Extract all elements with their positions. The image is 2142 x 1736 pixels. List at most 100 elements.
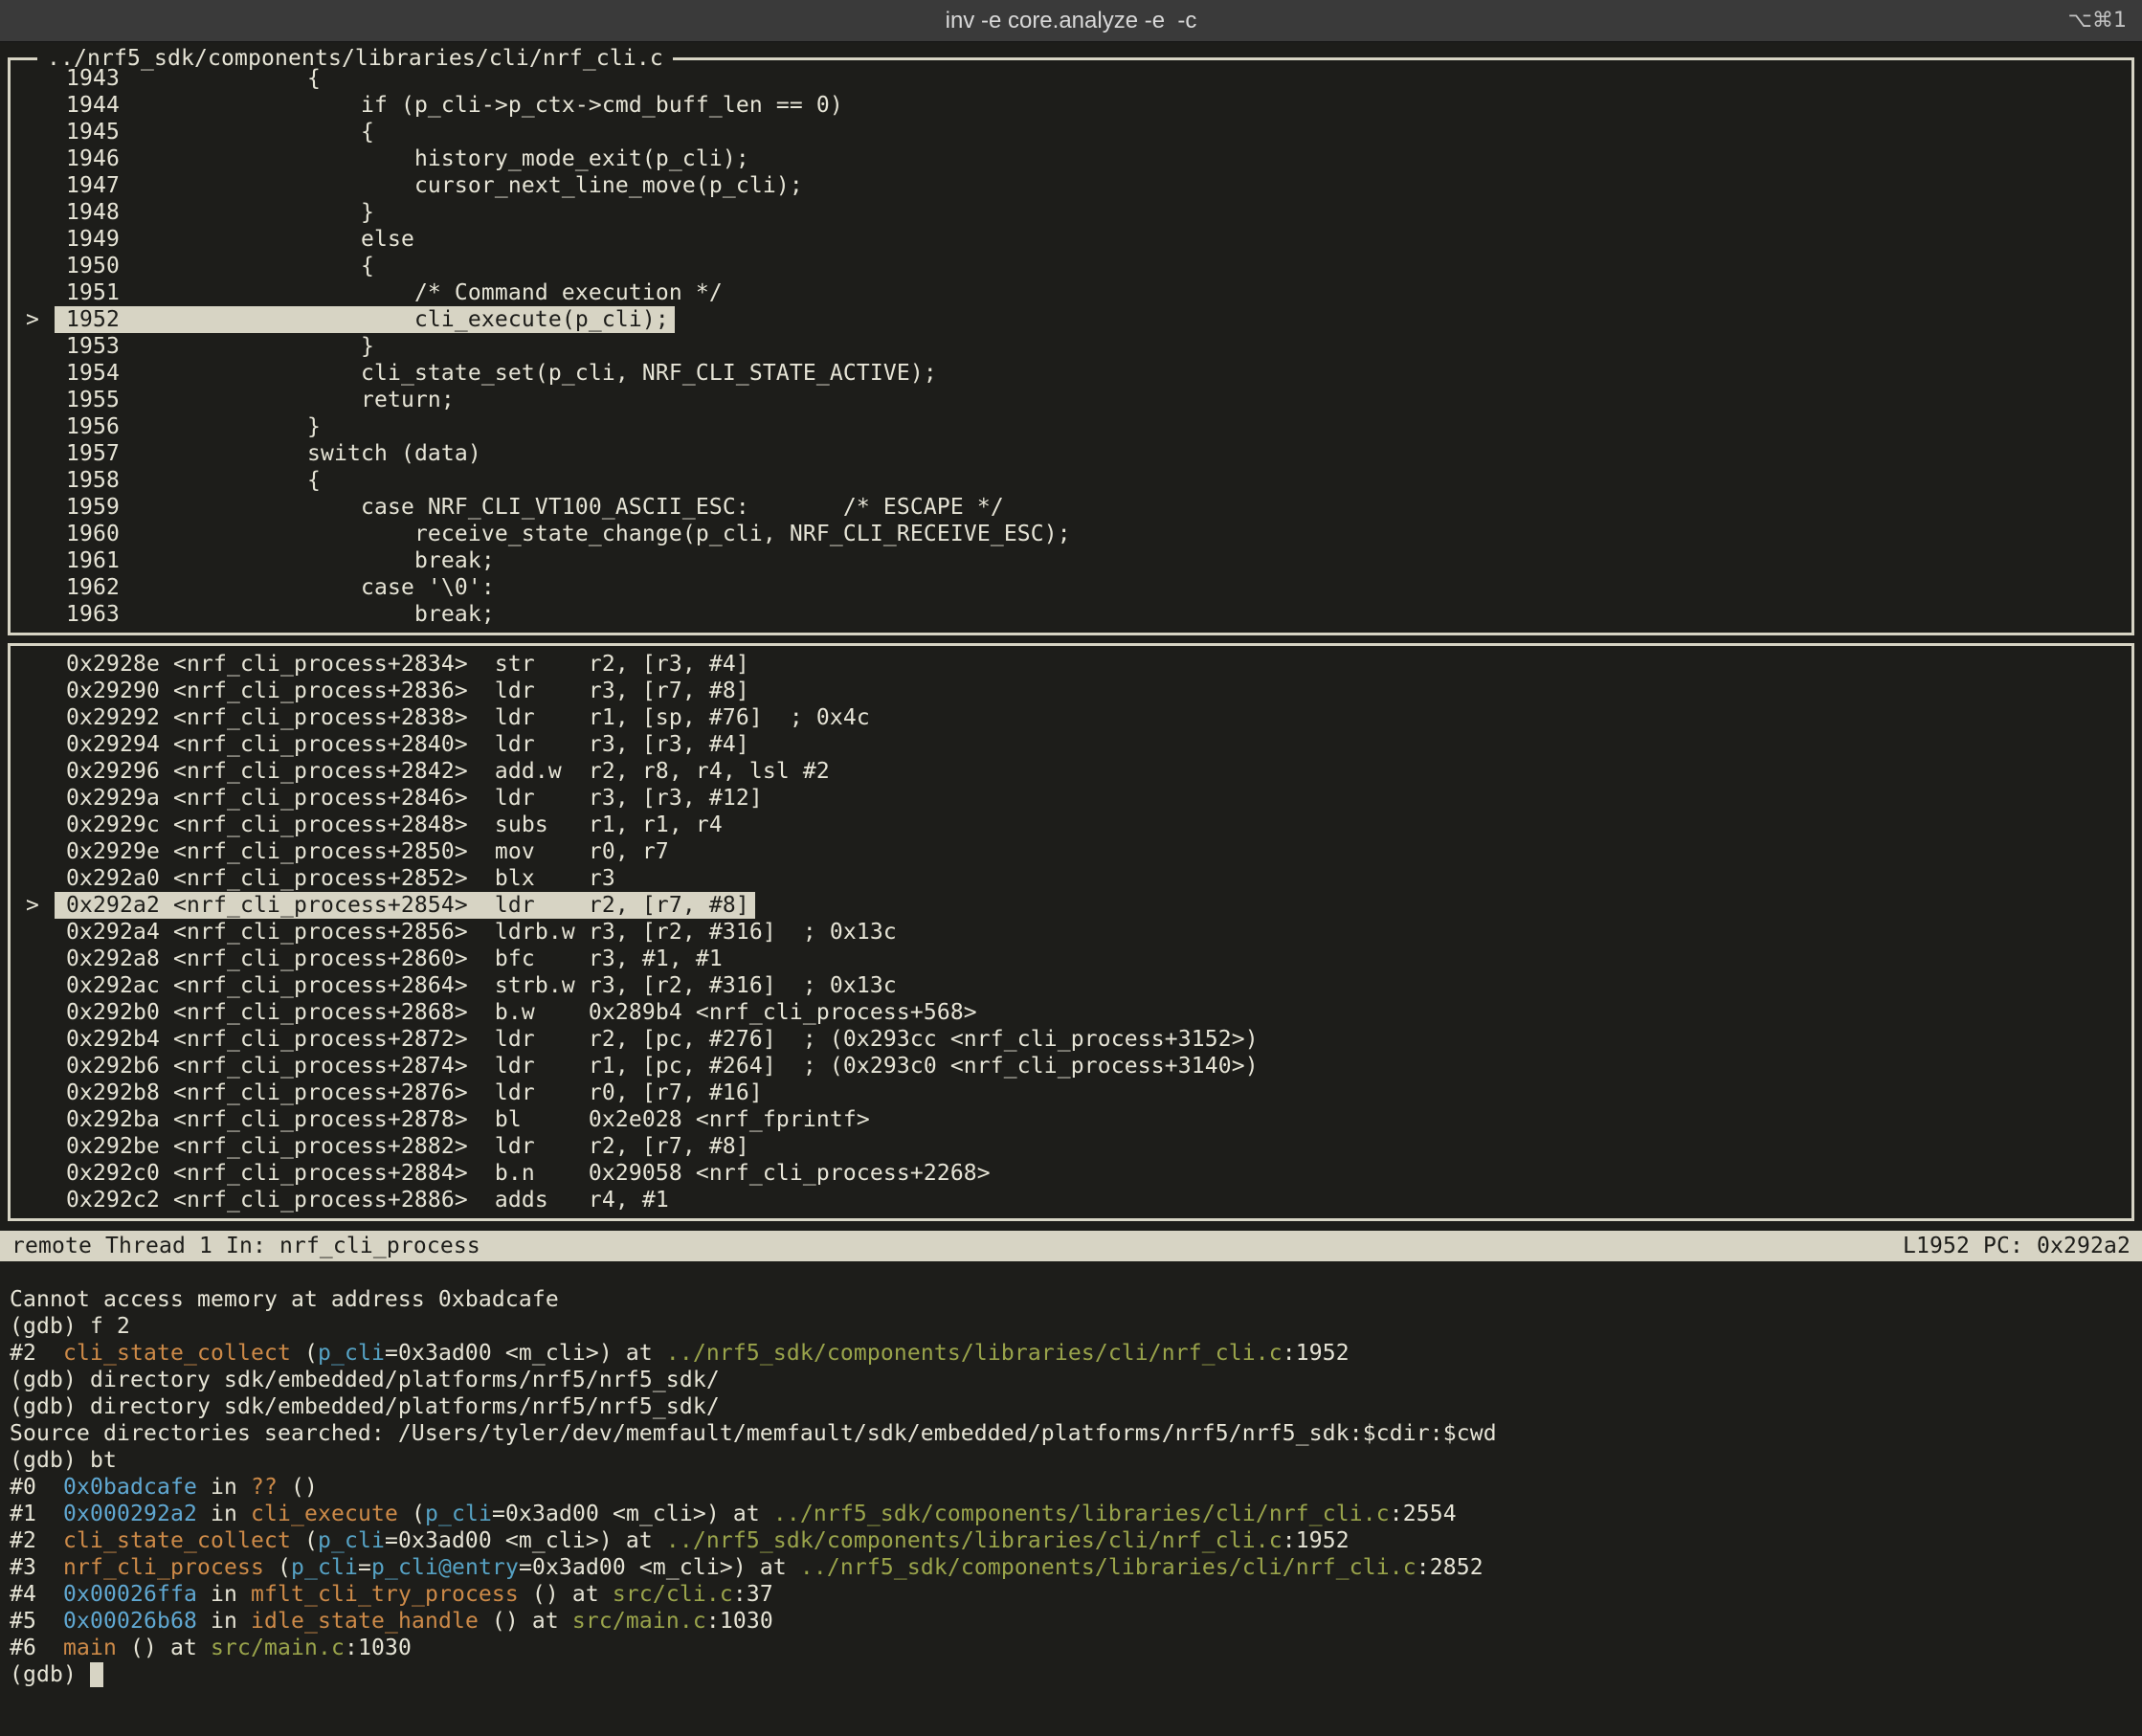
source-line-number: 1952 <box>66 307 120 332</box>
source-code: history_mode_exit(p_cli); <box>120 146 749 171</box>
console-text-segment: #3 <box>10 1555 63 1580</box>
console-text-segment: cli_state_collect <box>63 1341 291 1366</box>
disassembly-line: 0x292a0 <nrf_cli_process+2852> blx r3 <box>11 865 2131 892</box>
source-line-text: 1948 } <box>66 199 374 226</box>
current-line-marker: > <box>26 306 39 333</box>
disassembly-line: 0x292c2 <nrf_cli_process+2886> adds r4, … <box>11 1187 2131 1213</box>
source-code: { <box>120 120 374 145</box>
disassembly-line: 0x2928e <nrf_cli_process+2834> str r2, [… <box>11 651 2131 678</box>
source-line-text: 1951 /* Command execution */ <box>66 279 723 306</box>
source-line-number: 1950 <box>66 254 120 278</box>
gdb-prompt: (gdb) <box>10 1662 90 1687</box>
source-line-text: 1961 break; <box>66 547 495 574</box>
disassembly-text: 0x292a8 <nrf_cli_process+2860> bfc r3, #… <box>66 946 723 972</box>
console-line: #5 0x00026b68 in idle_state_handle () at… <box>10 1608 2132 1635</box>
source-line-number: 1943 <box>66 66 120 91</box>
disassembly-lines: 0x2928e <nrf_cli_process+2834> str r2, [… <box>11 651 2131 1213</box>
disassembly-line: 0x2929a <nrf_cli_process+2846> ldr r3, [… <box>11 785 2131 812</box>
source-line-number: 1946 <box>66 146 120 171</box>
console-line: #4 0x00026ffa in mflt_cli_try_process ()… <box>10 1581 2132 1608</box>
window-title: inv -e core.analyze -e -c <box>946 8 1197 34</box>
source-line-number: 1955 <box>66 388 120 412</box>
console-text-segment: 0x000292a2 <box>63 1502 197 1526</box>
disassembly-text: 0x292b0 <nrf_cli_process+2868> b.w 0x289… <box>66 999 977 1026</box>
source-code: /* Command execution */ <box>120 280 723 305</box>
console-text-segment: =0x3ad00 <m_cli>) at <box>385 1341 666 1366</box>
window-shortcut-badge: ⌥⌘1 <box>2068 0 2127 42</box>
console-text-segment: (gdb) directory sdk/embedded/platforms/n… <box>10 1394 720 1419</box>
source-line-number: 1945 <box>66 120 120 145</box>
disassembly-text: 0x29296 <nrf_cli_process+2842> add.w r2,… <box>66 758 830 785</box>
source-line-number: 1959 <box>66 495 120 520</box>
console-text-segment: ( <box>398 1502 425 1526</box>
source-line: 1944 if (p_cli->p_ctx->cmd_buff_len == 0… <box>11 92 2131 119</box>
gdb-prompt-line[interactable]: (gdb) <box>10 1661 2132 1688</box>
disassembly-text: 0x292ac <nrf_cli_process+2864> strb.w r3… <box>66 972 897 999</box>
source-code: break; <box>120 602 495 627</box>
source-line-text: 1952 cli_execute(p_cli); <box>55 306 675 333</box>
source-line-text: 1953 } <box>66 333 374 360</box>
disassembly-text: 0x292b6 <nrf_cli_process+2874> ldr r1, [… <box>66 1053 1259 1079</box>
console-line: #0 0x0badcafe in ?? () <box>10 1474 2132 1501</box>
console-text-segment: ?? <box>251 1475 278 1500</box>
source-line-text: 1962 case '\0': <box>66 574 495 601</box>
source-line-text: 1959 case NRF_CLI_VT100_ASCII_ESC: /* ES… <box>66 494 1004 521</box>
disassembly-line: 0x292b0 <nrf_cli_process+2868> b.w 0x289… <box>11 999 2131 1026</box>
console-text-segment: nrf_cli_process <box>63 1555 264 1580</box>
console-text-segment: ../nrf5_sdk/components/libraries/cli/nrf… <box>800 1555 1417 1580</box>
disassembly-text: 0x2928e <nrf_cli_process+2834> str r2, [… <box>66 651 749 678</box>
window-titlebar[interactable]: inv -e core.analyze -e -c ⌥⌘1 <box>0 0 2142 42</box>
source-line-number: 1951 <box>66 280 120 305</box>
disassembly-text: 0x2929e <nrf_cli_process+2850> mov r0, r… <box>66 838 669 865</box>
source-line: 1955 return; <box>11 387 2131 413</box>
source-code: if (p_cli->p_ctx->cmd_buff_len == 0) <box>120 93 843 118</box>
source-code: } <box>120 200 374 225</box>
console-text-segment: ../nrf5_sdk/components/libraries/cli/nrf… <box>773 1502 1390 1526</box>
console-line: (gdb) directory sdk/embedded/platforms/n… <box>10 1367 2132 1393</box>
disassembly-text: 0x29294 <nrf_cli_process+2840> ldr r3, [… <box>66 731 749 758</box>
disassembly-text: 0x292c2 <nrf_cli_process+2886> adds r4, … <box>66 1187 669 1213</box>
disassembly-line: 0x292c0 <nrf_cli_process+2884> b.n 0x290… <box>11 1160 2131 1187</box>
gdb-status-bar: remote Thread 1 In: nrf_cli_process L195… <box>0 1231 2142 1261</box>
source-line: 1962 case '\0': <box>11 574 2131 601</box>
status-thread-info: remote Thread 1 In: nrf_cli_process <box>11 1231 480 1261</box>
source-line-text: 1957 switch (data) <box>66 440 481 467</box>
console-line: #2 cli_state_collect (p_cli=0x3ad00 <m_c… <box>10 1340 2132 1367</box>
disassembly-text: 0x292be <nrf_cli_process+2882> ldr r2, [… <box>66 1133 749 1160</box>
gdb-console[interactable]: Cannot access memory at address 0xbadcaf… <box>0 1261 2142 1688</box>
source-line-number: 1958 <box>66 468 120 493</box>
source-line-text: 1963 break; <box>66 601 495 628</box>
terminal-content[interactable]: ../nrf5_sdk/components/libraries/cli/nrf… <box>0 42 2142 1736</box>
console-text-segment: :2554 <box>1390 1502 1457 1526</box>
source-line-text: 1950 { <box>66 253 374 279</box>
disassembly-line: 0x292ba <nrf_cli_process+2878> bl 0x2e02… <box>11 1106 2131 1133</box>
source-code: cli_execute(p_cli); <box>120 307 669 332</box>
disassembly-line: >0x292a2 <nrf_cli_process+2854> ldr r2, … <box>11 892 2131 919</box>
console-line: #1 0x000292a2 in cli_execute (p_cli=0x3a… <box>10 1501 2132 1527</box>
disassembly-line: 0x292a8 <nrf_cli_process+2860> bfc r3, #… <box>11 946 2131 972</box>
terminal-window: inv -e core.analyze -e -c ⌥⌘1 ../nrf5_sd… <box>0 0 2142 1736</box>
console-text-segment: mflt_cli_try_process <box>251 1582 519 1607</box>
disassembly-line: 0x29292 <nrf_cli_process+2838> ldr r1, [… <box>11 704 2131 731</box>
disassembly-text: 0x2929a <nrf_cli_process+2846> ldr r3, [… <box>66 785 763 812</box>
source-code: switch (data) <box>120 441 481 466</box>
source-panel: ../nrf5_sdk/components/libraries/cli/nrf… <box>8 57 2134 635</box>
disassembly-text: 0x292b4 <nrf_cli_process+2872> ldr r2, [… <box>66 1026 1259 1053</box>
disassembly-line: 0x292ac <nrf_cli_process+2864> strb.w r3… <box>11 972 2131 999</box>
console-text-segment: =0x3ad00 <m_cli>) at <box>385 1528 666 1553</box>
console-text-segment: p_cli <box>318 1528 385 1553</box>
source-line: 1958 { <box>11 467 2131 494</box>
console-text-segment: (gdb) directory sdk/embedded/platforms/n… <box>10 1368 720 1392</box>
source-line-number: 1949 <box>66 227 120 252</box>
source-code: else <box>120 227 414 252</box>
disassembly-text: 0x292a0 <nrf_cli_process+2852> blx r3 <box>66 865 615 892</box>
disassembly-line: 0x29290 <nrf_cli_process+2836> ldr r3, [… <box>11 678 2131 704</box>
source-line-text: 1949 else <box>66 226 414 253</box>
disassembly-line: 0x292b8 <nrf_cli_process+2876> ldr r0, [… <box>11 1079 2131 1106</box>
source-line: >1952 cli_execute(p_cli); <box>11 306 2131 333</box>
source-line: 1946 history_mode_exit(p_cli); <box>11 145 2131 172</box>
console-text-segment: cli_execute <box>251 1502 398 1526</box>
source-line-number: 1944 <box>66 93 120 118</box>
console-text-segment: ( <box>291 1341 318 1366</box>
disassembly-text: 0x2929c <nrf_cli_process+2848> subs r1, … <box>66 812 723 838</box>
